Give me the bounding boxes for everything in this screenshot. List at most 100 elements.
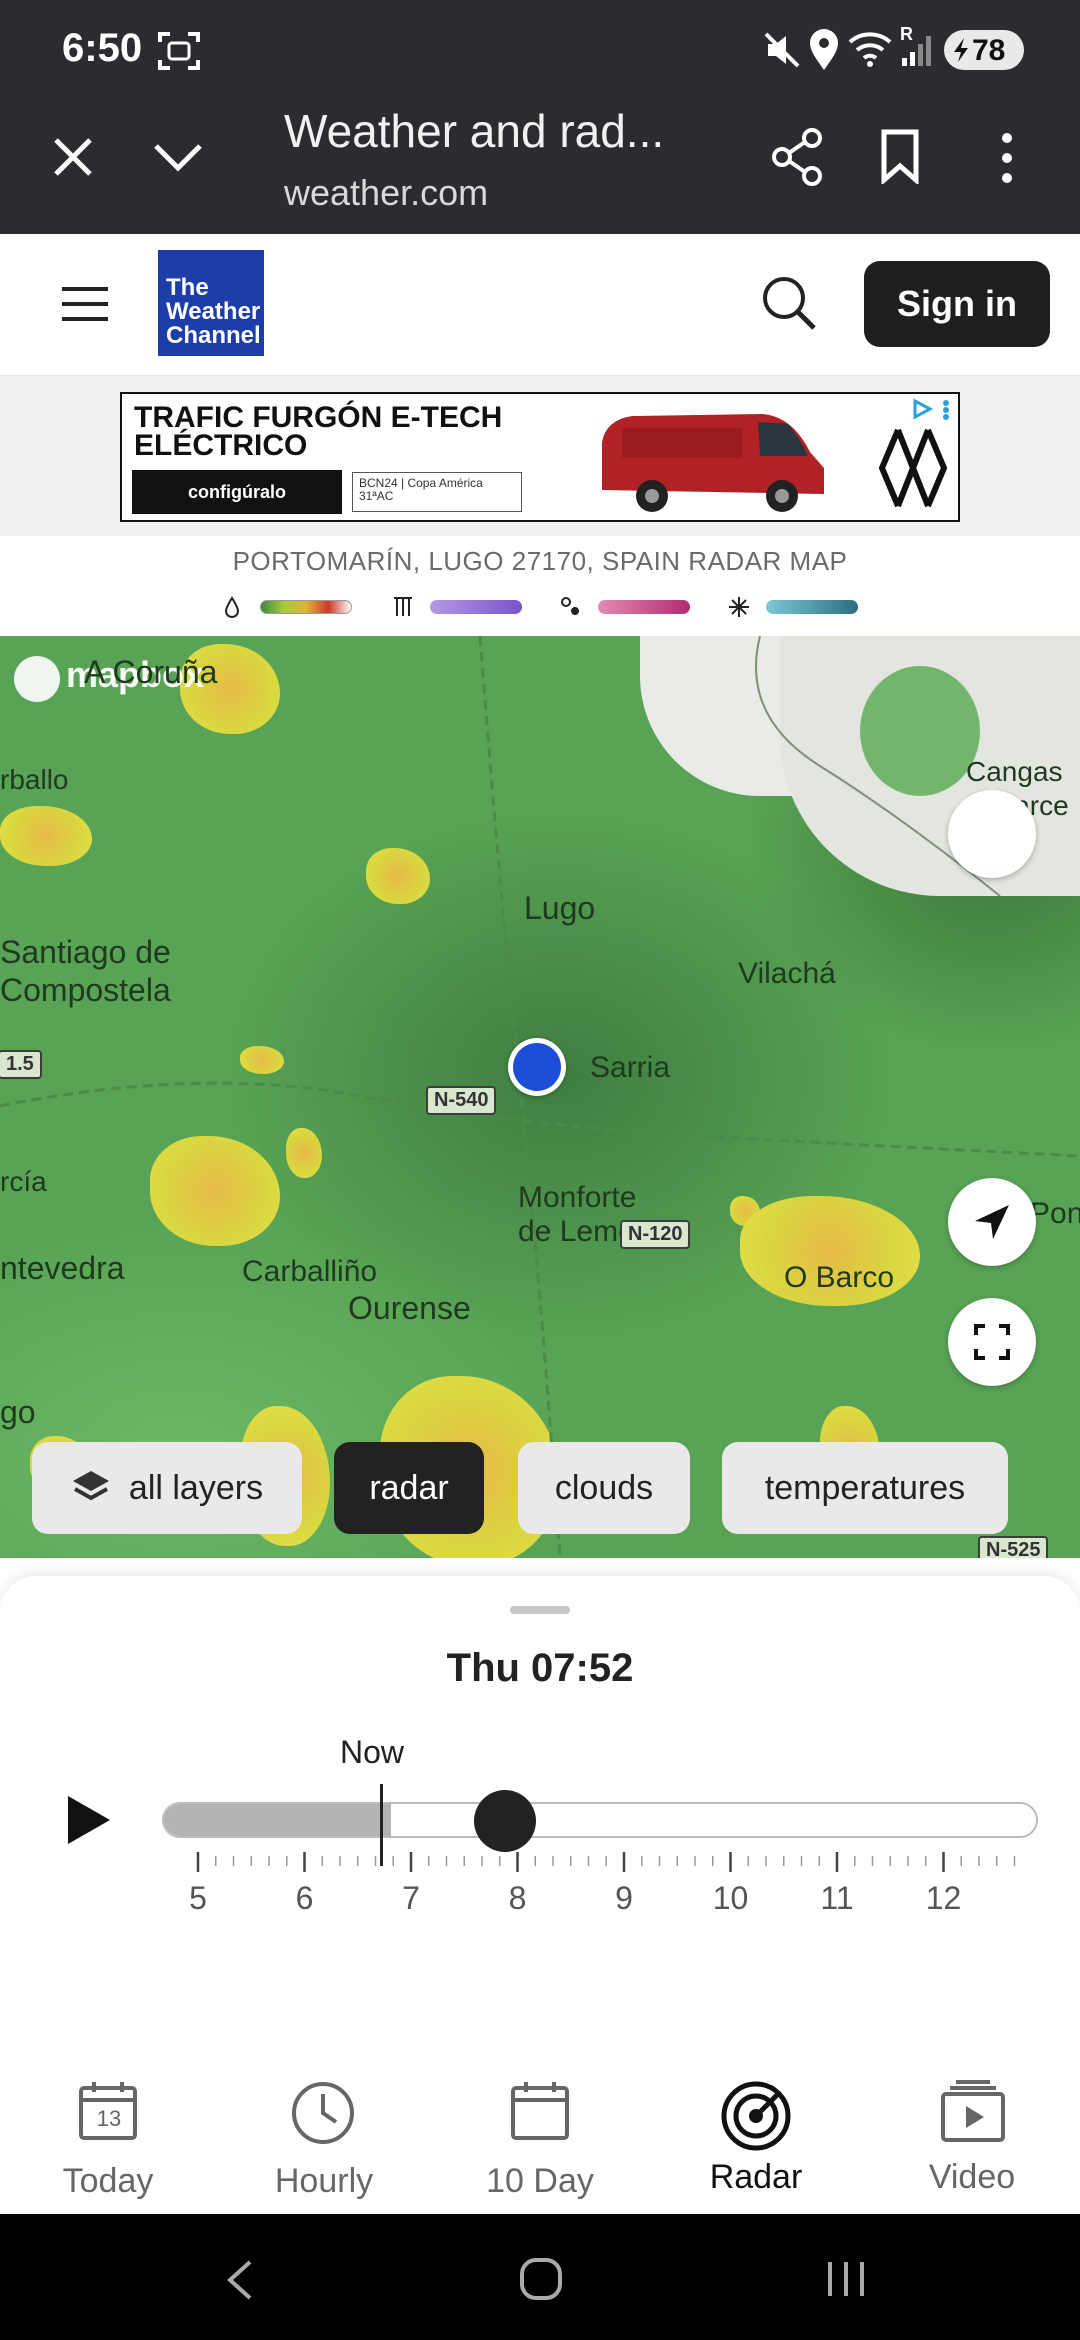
nav-label: Video <box>928 2158 1016 2196</box>
nav-label: 10 Day <box>486 2162 594 2200</box>
hour-label: 7 <box>402 1880 420 1916</box>
play-icon[interactable] <box>64 1792 114 1848</box>
hour-label: 9 <box>615 1880 633 1916</box>
fullscreen-icon <box>974 1324 1010 1360</box>
back-icon[interactable] <box>224 2258 254 2302</box>
precip-legend <box>220 596 860 620</box>
place-label: Ourense <box>348 1290 471 1326</box>
layer-pill-radar[interactable]: radar <box>334 1442 484 1534</box>
chevron-down-icon[interactable] <box>152 142 204 174</box>
layer-pill-all[interactable]: all layers <box>32 1442 302 1534</box>
place-label: Carballiño <box>242 1255 378 1288</box>
road-badge: 1.5 <box>0 1050 42 1079</box>
place-label: Santiago de <box>0 934 171 970</box>
timeline-ticks <box>196 1852 1016 1872</box>
ad-sponsor-line-2: 31ªAC <box>359 489 394 503</box>
ad-choices-icon[interactable] <box>912 398 956 420</box>
layer-pill-clouds[interactable]: clouds <box>518 1442 690 1534</box>
nav-radar[interactable]: Radar <box>666 2080 846 2210</box>
page-url[interactable]: weather.com <box>284 172 488 214</box>
place-label: ntevedra <box>0 1250 125 1286</box>
hamburger-menu-icon[interactable] <box>60 286 110 322</box>
nav-label: Hourly <box>274 2162 374 2200</box>
recents-icon[interactable] <box>824 2258 868 2300</box>
today-date-badge: 13 <box>96 2106 122 2131</box>
logo-line-2: Weather <box>166 298 261 325</box>
nav-label: Radar <box>709 2158 803 2196</box>
hour-label: 8 <box>508 1880 527 1916</box>
page-title: Weather and rad... <box>284 105 665 157</box>
place-label: O Barco <box>784 1261 895 1294</box>
timeline-thumb[interactable] <box>474 1790 536 1852</box>
snow-icon <box>729 597 749 617</box>
nav-hourly[interactable]: Hourly <box>234 2080 414 2210</box>
more-options-icon[interactable] <box>996 132 1018 184</box>
nav-today[interactable]: 13 Today <box>18 2080 198 2210</box>
ad-cta-button[interactable]: configúralo <box>132 470 342 514</box>
ad-banner[interactable]: TRAFIC FURGÓN E-TECH ELÉCTRICO configúra… <box>120 392 960 522</box>
battery-saver-icon <box>954 38 968 62</box>
layer-pill-label: temperatures <box>764 1468 966 1507</box>
nav-label: Today <box>62 2162 154 2200</box>
screenshot-icon <box>158 32 200 70</box>
system-nav-bar <box>0 2214 1080 2340</box>
sign-in-button[interactable]: Sign in <box>864 261 1050 347</box>
battery-indicator: 78 <box>944 30 1024 70</box>
mix-icon <box>394 597 412 616</box>
place-label: Compostela <box>0 972 171 1008</box>
home-icon[interactable] <box>518 2256 564 2302</box>
ice-icon <box>561 597 579 615</box>
signal-icon <box>902 36 931 66</box>
radar-icon <box>721 2081 791 2151</box>
place-label: Sarria <box>590 1051 671 1084</box>
search-icon[interactable] <box>760 274 818 332</box>
location-title: PORTOMARÍN, LUGO 27170, SPAIN RADAR MAP <box>232 546 848 576</box>
share-icon[interactable] <box>770 128 824 186</box>
nav-10-day[interactable]: 10 Day <box>450 2080 630 2210</box>
mapbox-logo-icon <box>14 656 60 702</box>
place-label: rballo <box>0 764 69 795</box>
locate-me-button[interactable] <box>948 1178 1036 1266</box>
place-label: Cangas <box>966 756 1063 787</box>
status-bar: 6:50 R 78 <box>0 0 1080 100</box>
rain-drop-icon <box>224 596 240 618</box>
layer-pill-temperatures[interactable]: temperatures <box>722 1442 1008 1534</box>
logo-line-1: The <box>166 274 209 301</box>
locate-button[interactable] <box>948 790 1036 878</box>
wifi-icon <box>848 32 892 67</box>
hour-label: 6 <box>295 1880 314 1916</box>
location-pin-icon <box>810 29 838 70</box>
close-tab-icon[interactable] <box>52 136 94 178</box>
nav-video[interactable]: Video <box>882 2080 1062 2210</box>
place-label: go <box>0 1394 36 1430</box>
ad-sponsor-box: BCN24 | Copa América 31ªAC <box>352 472 522 512</box>
place-label: Ponferrad <box>1030 1197 1080 1230</box>
weather-channel-logo[interactable]: The Weather Channel <box>158 250 264 356</box>
place-label: A Coruña <box>84 654 218 690</box>
hour-label: 12 <box>925 1880 962 1916</box>
video-icon <box>941 2080 1005 2142</box>
logo-line-3: Channel <box>166 322 261 349</box>
place-label: Lugo <box>524 890 596 926</box>
radar-map[interactable]: mapbox A Coruña rballo Cangas Narce Lugo… <box>0 636 1080 1558</box>
road-badge: N-525 <box>978 1536 1049 1558</box>
roads-layer <box>0 636 1080 1558</box>
renault-logo-icon <box>878 428 948 508</box>
sheet-drag-handle[interactable] <box>510 1606 570 1614</box>
mute-icon <box>764 32 800 68</box>
fullscreen-button[interactable] <box>948 1298 1036 1386</box>
ad-headline: TRAFIC FURGÓN E-TECH ELÉCTRICO <box>134 401 503 462</box>
van-image <box>602 414 824 512</box>
timeline-track[interactable] <box>162 1802 1038 1838</box>
place-label: Monforte <box>518 1181 637 1214</box>
current-location-marker <box>508 1038 566 1096</box>
navigation-arrow-icon <box>975 1205 1009 1239</box>
layers-icon <box>72 1471 109 1501</box>
mix-gradient-bar <box>430 600 522 614</box>
bookmark-icon[interactable] <box>880 128 920 184</box>
place-label: Vilachá <box>738 957 836 990</box>
layer-pill-label: all layers <box>128 1468 264 1507</box>
timeline-progress <box>164 1804 391 1836</box>
layer-pill-label: clouds <box>554 1468 654 1507</box>
rain-gradient-bar <box>260 600 352 614</box>
